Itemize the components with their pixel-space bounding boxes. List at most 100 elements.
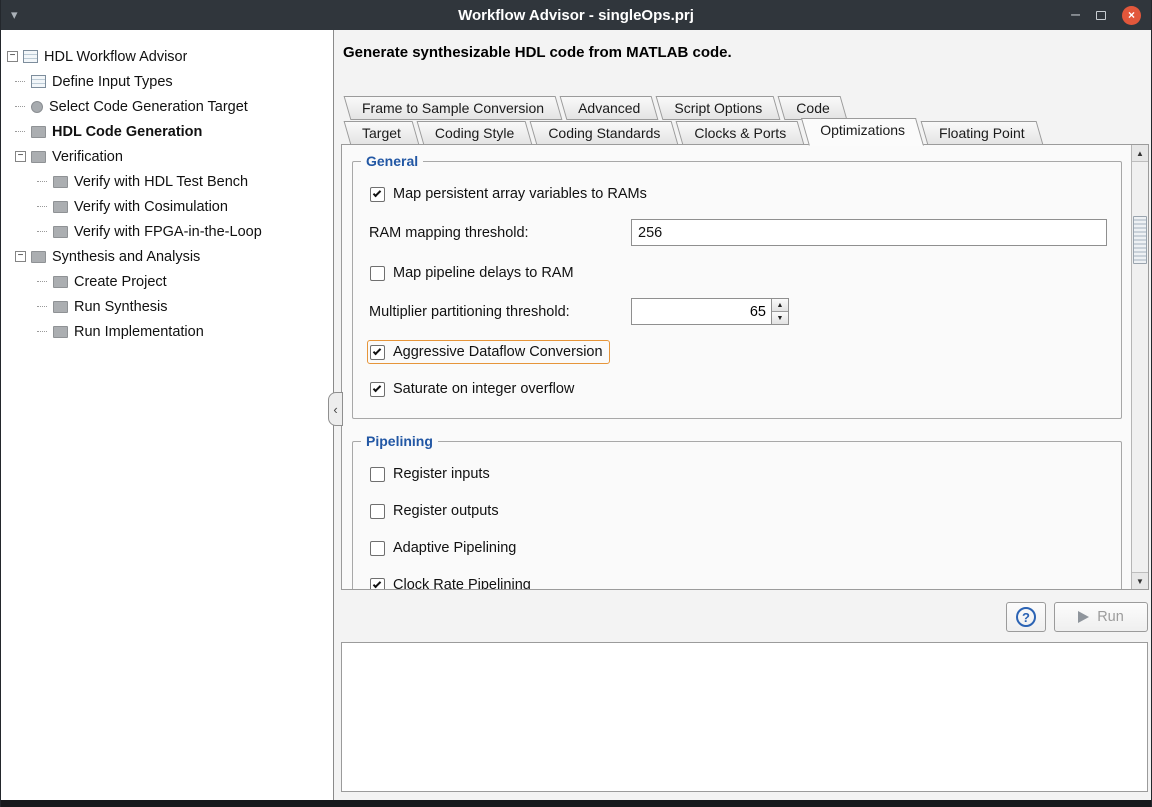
play-icon [1078,611,1089,623]
multiplier-threshold-spinner: ▲ ▼ [631,298,789,325]
checkbox-box[interactable] [370,382,385,397]
ram-mapping-threshold-input[interactable] [631,219,1107,246]
spinner-down-button[interactable]: ▼ [772,312,788,324]
minimize-button[interactable]: – [1071,7,1080,23]
tree-item-verify-with-fpga-in-the-loop[interactable]: Verify with FPGA-in-the-Loop [1,219,333,244]
task-square-icon [53,201,68,213]
collapse-expander-icon[interactable]: − [7,51,18,62]
checkbox-box[interactable] [370,345,385,360]
task-square-icon [53,326,68,338]
tree-guide-line [37,231,47,232]
tree-item-run-implementation[interactable]: Run Implementation [1,319,333,344]
checkbox-box[interactable] [370,541,385,556]
help-icon: ? [1016,607,1036,627]
tree-item-hdl-workflow-advisor[interactable]: − HDL Workflow Advisor [1,44,333,69]
general-group: General Map persistent array variables t… [352,161,1122,419]
checkbox-box[interactable] [370,504,385,519]
workflow-advisor-window: ▾ Workflow Advisor - singleOps.prj – × −… [0,0,1152,807]
checkbox-adaptive-pipelining[interactable]: Adaptive Pipelining [367,536,523,560]
spinner-up-button[interactable]: ▲ [772,299,788,312]
checkbox-register-inputs[interactable]: Register inputs [367,462,497,486]
ram-mapping-threshold-row: RAM mapping threshold: [369,219,1107,246]
tab-coding-style[interactable]: Coding Style [420,121,529,145]
checkbox-clock-rate-pipelining[interactable]: Clock Rate Pipelining [367,573,538,589]
tab-advanced[interactable]: Advanced [563,96,655,120]
checkbox-map-persistent-arrays-to-rams[interactable]: Map persistent array variables to RAMs [367,182,654,206]
tree-item-define-input-types[interactable]: Define Input Types [1,69,333,94]
scroll-up-icon[interactable]: ▲ [1132,145,1148,162]
circle-icon [31,101,43,113]
list-icon [23,50,38,63]
workflow-tree: − HDL Workflow Advisor Define Input Type… [1,30,334,800]
checkbox-map-pipeline-delays-to-ram[interactable]: Map pipeline delays to RAM [367,261,581,285]
check-icon [373,579,381,587]
tab-optimizations[interactable]: Optimizations [805,118,920,145]
collapse-expander-icon[interactable]: − [15,251,26,262]
sidebar-collapse-handle[interactable]: ‹ [328,392,343,426]
task-square-icon [53,301,68,313]
tree-item-select-code-generation-target[interactable]: Select Code Generation Target [1,94,333,119]
tab-frame-to-sample-conversion[interactable]: Frame to Sample Conversion [347,96,559,120]
help-button[interactable]: ? [1006,602,1046,632]
checkbox-aggressive-dataflow-conversion[interactable]: Aggressive Dataflow Conversion [367,340,610,364]
message-output-area[interactable] [341,642,1148,792]
task-square-icon [53,276,68,288]
tab-target[interactable]: Target [347,121,416,145]
tree-item-hdl-code-generation[interactable]: HDL Code Generation [1,119,333,144]
restore-button[interactable] [1096,11,1106,20]
tree-guide-line [37,331,47,332]
tree-item-verify-with-cosimulation[interactable]: Verify with Cosimulation [1,194,333,219]
tab-floating-point[interactable]: Floating Point [924,121,1040,145]
tab-clocks-and-ports[interactable]: Clocks & Ports [679,121,801,145]
list-icon [31,75,46,88]
tree-guide-line [15,131,25,132]
tree-item-create-project[interactable]: Create Project [1,269,333,294]
tree-item-verify-with-hdl-test-bench[interactable]: Verify with HDL Test Bench [1,169,333,194]
tree-guide-line [37,281,47,282]
tree-guide-line [37,181,47,182]
group-title: General [361,153,423,169]
vertical-scrollbar[interactable]: ▲ ▼ [1131,145,1148,589]
scrollbar-thumb[interactable] [1133,216,1147,264]
task-square-icon [31,126,46,138]
tab-script-options[interactable]: Script Options [659,96,777,120]
tree-guide-line [15,106,25,107]
minus-icon: − [18,151,24,161]
scrollbar-track[interactable] [1132,162,1148,572]
checkbox-box[interactable] [370,266,385,281]
checkbox-saturate-on-integer-overflow[interactable]: Saturate on integer overflow [367,377,581,401]
scroll-down-icon[interactable]: ▼ [1132,572,1148,589]
close-button[interactable]: × [1122,6,1141,25]
checkbox-register-outputs[interactable]: Register outputs [367,499,506,523]
multiplier-partitioning-threshold-row: Multiplier partitioning threshold: ▲ ▼ [369,298,1107,325]
check-icon [373,188,381,196]
tree-guide-line [15,81,25,82]
task-square-icon [53,226,68,238]
tab-code[interactable]: Code [781,96,844,120]
checkbox-box[interactable] [370,578,385,590]
check-icon [373,346,381,354]
minus-icon: − [10,51,16,61]
task-square-icon [53,176,68,188]
optimizations-scroll-area: General Map persistent array variables t… [342,145,1131,589]
tab-bar-row-2: Target Coding Style Coding Standards Clo… [347,121,1149,145]
checkbox-box[interactable] [370,187,385,202]
tree-item-synthesis-and-analysis[interactable]: − Synthesis and Analysis [1,244,333,269]
field-label: RAM mapping threshold: [369,225,631,241]
restore-icon [1096,11,1106,20]
collapse-expander-icon[interactable]: − [15,151,26,162]
multiplier-threshold-input[interactable] [632,299,771,324]
main-panel: Generate synthesizable HDL code from MAT… [334,30,1151,800]
window-controls: – × [1071,6,1141,25]
task-square-icon [31,151,46,163]
page-title: Generate synthesizable HDL code from MAT… [343,44,1149,63]
spinner-buttons: ▲ ▼ [771,299,788,324]
minus-icon: − [18,251,24,261]
run-button[interactable]: Run [1054,602,1148,632]
tree-item-verification[interactable]: − Verification [1,144,333,169]
checkbox-box[interactable] [370,467,385,482]
tree-item-run-synthesis[interactable]: Run Synthesis [1,294,333,319]
optimizations-tab-panel: General Map persistent array variables t… [341,144,1149,590]
tab-coding-standards[interactable]: Coding Standards [533,121,675,145]
group-title: Pipelining [361,433,438,449]
